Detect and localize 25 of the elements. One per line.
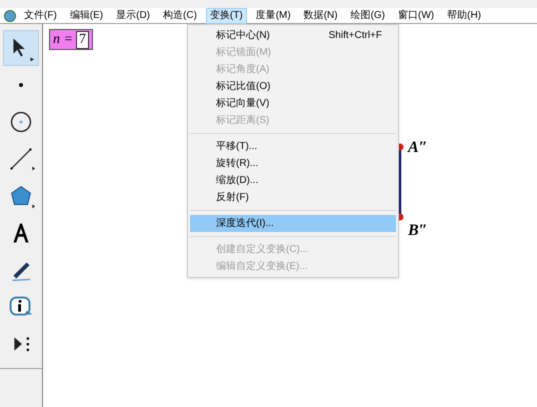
point-icon (18, 82, 24, 88)
menu-item[interactable]: 构造(C) (159, 8, 201, 24)
menu-item[interactable]: 变换(T) (206, 8, 247, 24)
menu-option[interactable]: 缩放(D)... (190, 172, 396, 189)
menu-item[interactable]: 度量(M) (252, 8, 295, 24)
menu-option[interactable]: 标记比值(O) (190, 78, 396, 95)
parameter-value[interactable]: 7 (76, 30, 89, 48)
menu-option[interactable]: 反射(F) (190, 189, 396, 206)
menu-option[interactable]: 旋转(R)... (190, 155, 396, 172)
menu-option[interactable]: 平移(T)... (190, 138, 396, 155)
menu-option[interactable]: 标记向量(V) (190, 95, 396, 112)
tool-button[interactable] (3, 30, 39, 66)
menu-item[interactable]: 编辑(E) (66, 8, 108, 24)
menu-item[interactable]: 显示(D) (112, 8, 154, 24)
menu-item[interactable]: 绘图(G) (346, 8, 390, 24)
menu-item[interactable]: 窗口(W) (394, 8, 438, 24)
app-icon[interactable] (4, 10, 16, 22)
menu-option[interactable]: 深度迭代(I)... (190, 215, 396, 232)
parameter-label: n = 7 (49, 29, 93, 50)
menu-item[interactable]: 文件(F) (20, 8, 61, 24)
menu-item[interactable]: 数据(N) (300, 8, 342, 24)
point-label: B″ (408, 221, 428, 241)
point-label: A″ (408, 138, 428, 158)
menu-option[interactable]: 标记中心(N) Shift+Ctrl+F (190, 27, 396, 44)
menu-item[interactable]: 帮助(H) (443, 8, 486, 24)
